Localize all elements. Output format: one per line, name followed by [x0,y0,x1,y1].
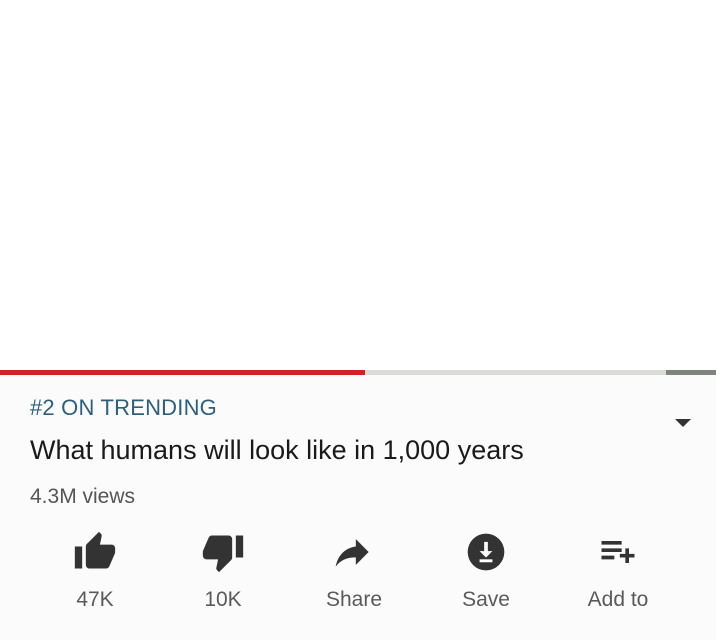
share-label: Share [325,588,383,611]
add-to-label: Add to [587,588,649,611]
dislike-count: 10K [204,588,242,611]
trending-badge[interactable]: #2 ON TRENDING [30,395,217,421]
video-player[interactable] [0,0,716,370]
download-icon [464,530,508,574]
share-button[interactable]: Share [299,530,409,620]
playlist-add-icon [596,530,640,574]
action-bar: 47K 10K Share Save Add to [0,530,716,620]
share-icon [332,530,376,574]
dislike-button[interactable]: 10K [168,530,278,620]
save-button[interactable]: Save [431,530,541,620]
thumbs-down-icon [201,530,245,574]
chevron-down-icon [675,419,691,427]
video-title: What humans will look like in 1,000 year… [30,435,524,465]
thumbs-up-icon [73,530,117,574]
view-count: 4.3M views [30,485,136,508]
add-to-button[interactable]: Add to [563,530,673,620]
like-count: 47K [76,588,114,611]
expand-description-button[interactable] [668,411,698,435]
like-button[interactable]: 47K [40,530,150,620]
save-label: Save [462,588,510,611]
video-watch-screen: #2 ON TRENDING What humans will look lik… [0,0,716,640]
video-info-panel: #2 ON TRENDING What humans will look lik… [0,375,716,640]
